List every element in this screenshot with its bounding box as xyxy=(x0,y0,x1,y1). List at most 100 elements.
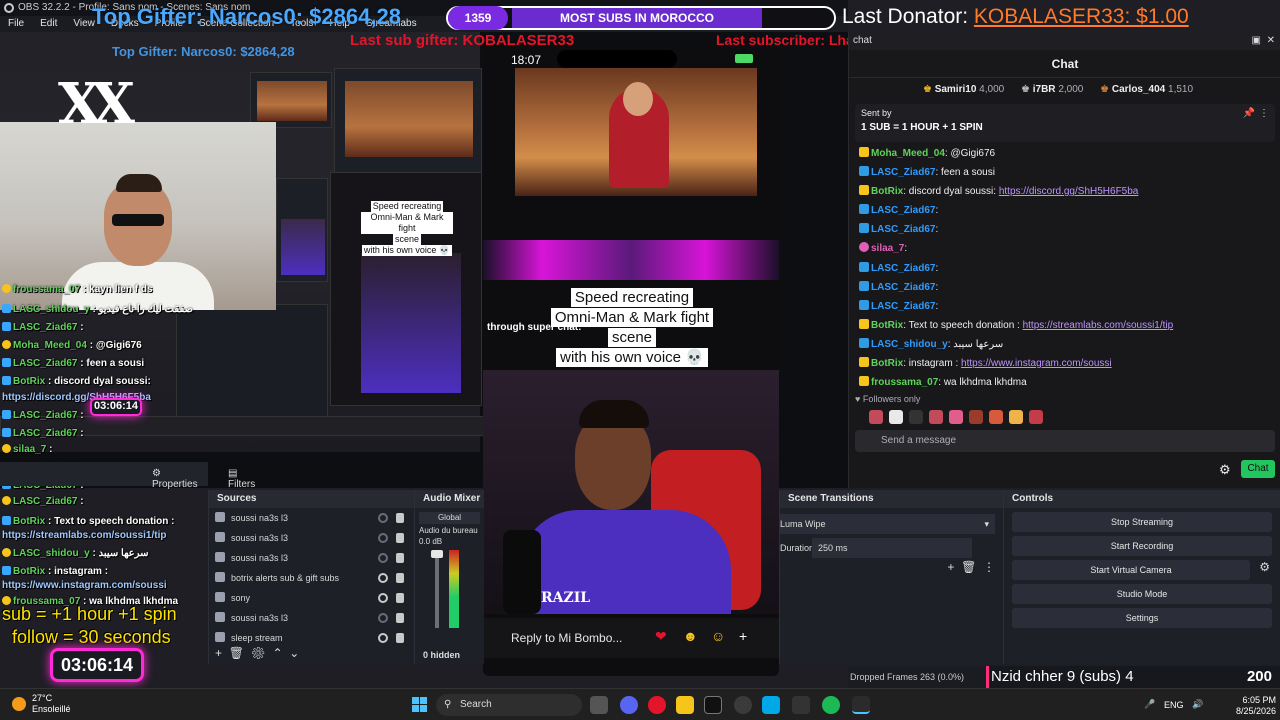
stop-streaming-button[interactable]: Stop Streaming xyxy=(1012,512,1272,532)
chat-username[interactable]: LASC_Ziad67 xyxy=(871,205,935,216)
duration-input[interactable]: 250 ms xyxy=(812,538,972,558)
move-up-icon[interactable]: ⌃ xyxy=(273,646,283,660)
remove-transition-icon[interactable]: 🗑 xyxy=(961,560,976,574)
transition-more-icon[interactable]: ⋮ xyxy=(983,560,995,574)
chat-message[interactable]: LASC_Ziad67: xyxy=(859,278,1275,297)
chat-message[interactable]: LASC_Ziad67: xyxy=(859,220,1275,239)
chat-username[interactable]: LASC_Ziad67 xyxy=(871,263,935,274)
source-item[interactable]: sony xyxy=(209,588,414,608)
chat-username[interactable]: LASC_Ziad67 xyxy=(871,167,935,178)
chat-message[interactable]: LASC_Ziad67: xyxy=(859,297,1275,316)
chat-message[interactable]: LASC_Ziad67: xyxy=(859,201,1275,220)
chat-message[interactable]: LASC_Ziad67: xyxy=(859,259,1275,278)
windows-start-icon[interactable] xyxy=(412,697,428,713)
chat-username[interactable]: LASC_Ziad67 xyxy=(871,282,935,293)
discord-icon[interactable] xyxy=(620,696,638,714)
emote-icon[interactable] xyxy=(969,410,983,424)
chat-link[interactable]: https://streamlabs.com/soussi1/tip xyxy=(1023,320,1174,331)
chat-input[interactable]: Send a message xyxy=(855,430,1275,452)
emote-icon[interactable] xyxy=(1029,410,1043,424)
language-indicator[interactable]: ENG xyxy=(1164,700,1184,710)
lock-icon[interactable] xyxy=(396,573,404,583)
lock-icon[interactable] xyxy=(396,633,404,643)
lock-icon[interactable] xyxy=(396,513,404,523)
eye-hidden-icon[interactable] xyxy=(378,533,388,543)
source-settings-icon[interactable]: ⚙ xyxy=(251,646,266,660)
chat-username[interactable]: froussama_07 xyxy=(871,377,938,388)
chat-message[interactable]: BotRix: instagram : https://www.instagra… xyxy=(859,354,1275,373)
volume-handle[interactable] xyxy=(431,550,443,558)
source-item[interactable]: soussi na3s l3 xyxy=(209,508,414,528)
eye-hidden-icon[interactable] xyxy=(378,513,388,523)
chat-message[interactable]: Moha_Meed_04: @Gigi676 xyxy=(859,144,1275,163)
lock-icon[interactable] xyxy=(396,533,404,543)
emote-icon[interactable] xyxy=(949,410,963,424)
chat-message[interactable]: silaa_7: xyxy=(859,239,1275,258)
source-item[interactable]: sleep stream xyxy=(209,628,414,648)
source-item[interactable]: soussi na3s l3 xyxy=(209,608,414,628)
settings-button[interactable]: Settings xyxy=(1012,608,1272,628)
more-icon[interactable]: ⋮ xyxy=(1259,108,1269,119)
edge-icon[interactable] xyxy=(762,696,780,714)
emote-icon[interactable] xyxy=(989,410,1003,424)
add-source-icon[interactable]: + xyxy=(215,646,222,660)
mic-icon[interactable]: 🎤 xyxy=(1144,699,1155,710)
taskbar-search[interactable]: ⚲ Search xyxy=(436,694,582,716)
chat-username[interactable]: LASC_shidou_y xyxy=(871,339,948,350)
lock-icon[interactable] xyxy=(396,593,404,603)
eye-icon[interactable] xyxy=(378,633,388,643)
source-item[interactable]: soussi na3s l3 xyxy=(209,548,414,568)
chat-message[interactable]: LASC_shidou_y: سرعها سيبد xyxy=(859,335,1275,354)
terminal-icon[interactable] xyxy=(792,696,810,714)
volume-icon[interactable]: 🔊 xyxy=(1192,699,1203,710)
chat-username[interactable]: silaa_7 xyxy=(871,243,904,254)
chat-link[interactable]: https://www.instagram.com/soussi xyxy=(961,358,1112,369)
chat-message[interactable]: BotRix: Text to speech donation : https:… xyxy=(859,316,1275,335)
pinned-message[interactable]: Sent by 1 SUB = 1 HOUR + 1 SPIN 📌 ⋮ xyxy=(855,104,1275,142)
dock-close-icon[interactable]: ✕ xyxy=(1267,32,1275,50)
opera-icon[interactable] xyxy=(648,696,666,714)
chat-send-button[interactable]: Chat xyxy=(1241,460,1275,478)
add-transition-icon[interactable]: + xyxy=(947,560,954,574)
source-item[interactable]: botrix alerts sub & gift subs xyxy=(209,568,414,588)
source-item[interactable]: soussi na3s l3 xyxy=(209,528,414,548)
remove-source-icon[interactable]: 🗑 xyxy=(229,646,244,660)
plus-icon[interactable]: + xyxy=(739,628,747,644)
chat-link[interactable]: https://discord.gg/ShH5H6F5ba xyxy=(999,186,1139,197)
heart-icon[interactable]: ❤ xyxy=(655,628,667,645)
menu-file[interactable]: File xyxy=(0,16,32,32)
capcut-icon[interactable] xyxy=(704,696,722,714)
reply-input[interactable]: Reply to Mi Bombo... xyxy=(497,626,647,650)
lock-icon[interactable] xyxy=(396,553,404,563)
eye-icon[interactable] xyxy=(378,573,388,583)
eye-hidden-icon[interactable] xyxy=(378,613,388,623)
lock-icon[interactable] xyxy=(396,613,404,623)
chat-username[interactable]: Moha_Meed_04 xyxy=(871,148,945,159)
emote-icon[interactable] xyxy=(869,410,883,424)
chat-message[interactable]: froussama_07: wa lkhdma lkhdma xyxy=(859,373,1275,392)
menu-edit[interactable]: Edit xyxy=(32,16,65,32)
emote-icon[interactable] xyxy=(1009,410,1023,424)
chat-settings-gear-icon[interactable]: ⚙ xyxy=(1219,462,1231,478)
task-view-icon[interactable] xyxy=(590,696,608,714)
filters-button[interactable]: ▤ Filters xyxy=(228,468,255,490)
clock[interactable]: 6:05 PM 8/25/2026 xyxy=(1218,695,1276,717)
obs-taskbar-icon[interactable] xyxy=(852,696,870,714)
laugh-emoji-icon[interactable]: ☻ xyxy=(683,628,698,644)
file-explorer-icon[interactable] xyxy=(676,696,694,714)
volume-slider[interactable] xyxy=(435,550,439,628)
start-recording-button[interactable]: Start Recording xyxy=(1012,536,1272,556)
chat-message[interactable]: BotRix: discord dyal soussi: https://dis… xyxy=(859,182,1275,201)
studio-mode-button[interactable]: Studio Mode xyxy=(1012,584,1272,604)
virtual-camera-gear-icon[interactable]: ⚙ xyxy=(1259,560,1270,574)
pin-icon[interactable]: 📌 xyxy=(1243,108,1255,119)
weather-widget[interactable]: 27°C Ensoleillé xyxy=(12,693,71,715)
audio-global-tab[interactable]: Global xyxy=(419,512,480,524)
chat-username[interactable]: LASC_Ziad67 xyxy=(871,301,935,312)
eye-hidden-icon[interactable] xyxy=(378,553,388,563)
app-icon[interactable] xyxy=(734,696,752,714)
chat-message[interactable]: LASC_Ziad67: feen a sousi xyxy=(859,163,1275,182)
chat-username[interactable]: LASC_Ziad67 xyxy=(871,224,935,235)
chat-username[interactable]: BotRix xyxy=(871,358,903,369)
emote-icon[interactable] xyxy=(929,410,943,424)
